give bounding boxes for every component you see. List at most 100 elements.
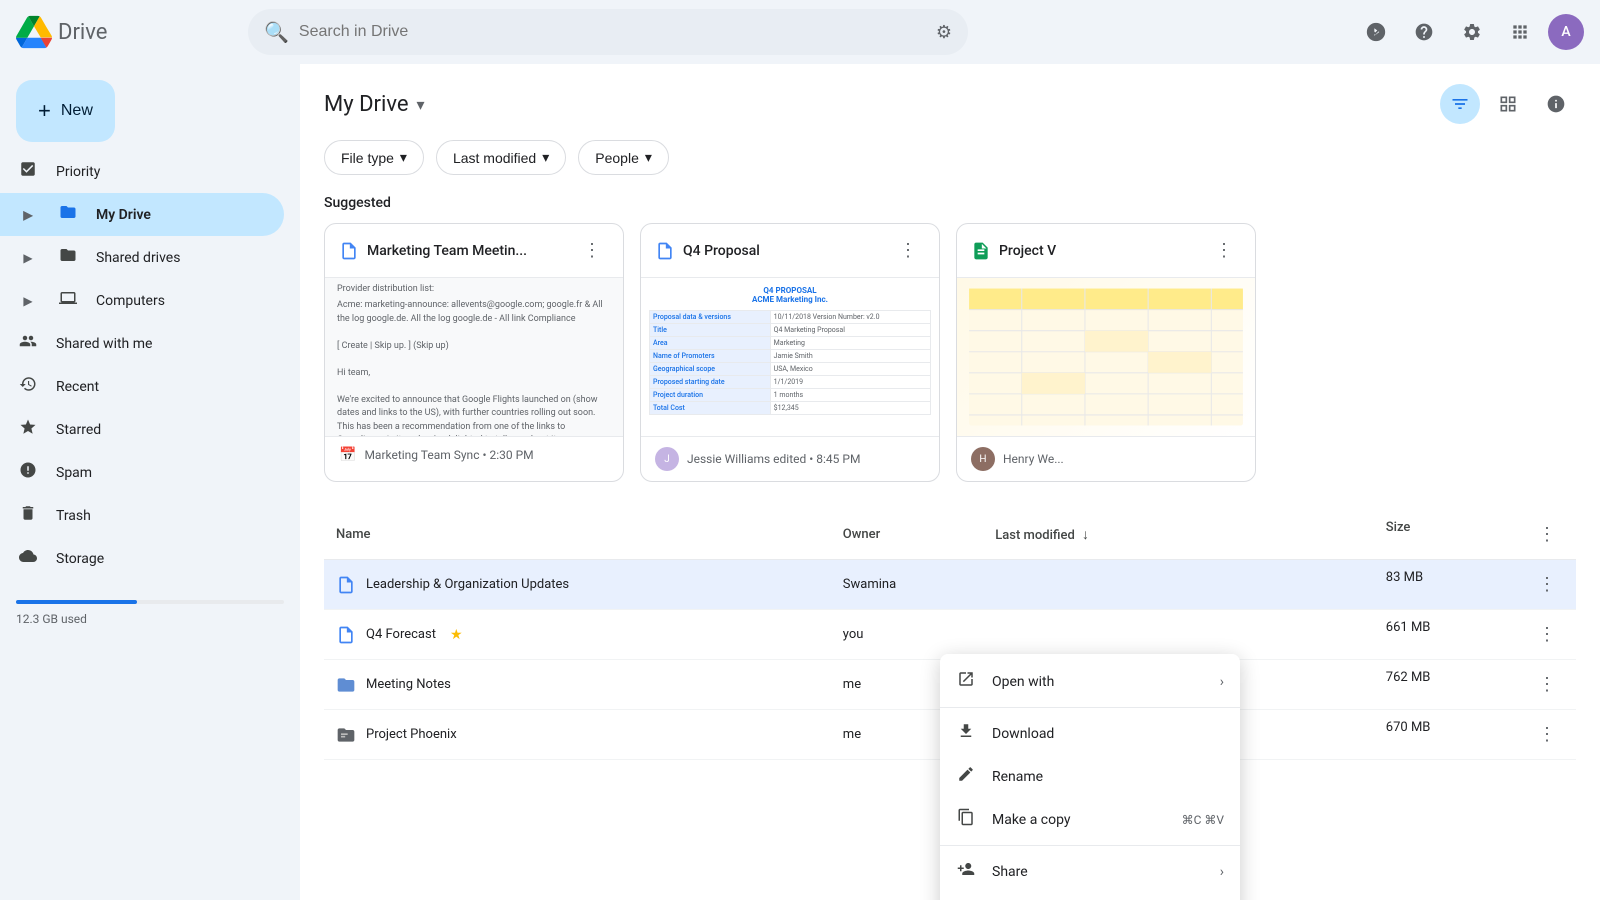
card-title-0: Marketing Team Meetin... bbox=[367, 243, 527, 259]
table-row[interactable]: Q4 Forecast ★ you 661 MB ⋮ bbox=[324, 610, 1576, 660]
file-more-btn-0[interactable]: ⋮ bbox=[1530, 570, 1564, 599]
card-more-btn-0[interactable]: ⋮ bbox=[575, 236, 609, 265]
calendar-icon: 📅 bbox=[339, 447, 356, 463]
card-header-0: Marketing Team Meetin... ⋮ bbox=[325, 224, 623, 277]
filter-people[interactable]: People ▾ bbox=[578, 140, 669, 175]
menu-item-rename[interactable]: Rename bbox=[940, 755, 1240, 798]
col-name[interactable]: Name bbox=[324, 510, 831, 560]
filter-file-type[interactable]: File type ▾ bbox=[324, 140, 424, 175]
file-more-btn-2[interactable]: ⋮ bbox=[1530, 670, 1564, 699]
sidebar-label-trash: Trash bbox=[56, 508, 91, 524]
make-copy-shortcut: ⌘C ⌘V bbox=[1182, 813, 1224, 827]
menu-item-share[interactable]: Share › bbox=[940, 850, 1240, 893]
card-more-btn-1[interactable]: ⋮ bbox=[891, 236, 925, 265]
file-name-cell-0: Leadership & Organization Updates bbox=[336, 575, 819, 595]
suggested-card-2[interactable]: Project V ⋮ bbox=[956, 223, 1256, 482]
file-name-cell-3: Project Phoenix bbox=[336, 725, 819, 745]
sidebar-item-starred[interactable]: Starred bbox=[0, 408, 284, 451]
sidebar-item-my-drive[interactable]: ▶ My Drive bbox=[0, 193, 284, 236]
starred-icon bbox=[16, 418, 40, 441]
doc-file-icon-1 bbox=[336, 625, 356, 645]
user-avatar[interactable]: A bbox=[1548, 14, 1584, 50]
file-size-3: 670 MB ⋮ bbox=[1374, 710, 1576, 760]
shared-drives-expand-icon: ▶ bbox=[16, 251, 40, 265]
main-area: + New Priority ▶ My Drive ▶ bbox=[0, 64, 1600, 900]
search-input[interactable] bbox=[299, 23, 926, 41]
menu-label-rename: Rename bbox=[992, 769, 1043, 785]
card-footer-text-0: Marketing Team Sync • 2:30 PM bbox=[364, 448, 533, 462]
grid-view-icon-btn[interactable] bbox=[1488, 84, 1528, 124]
computers-expand-icon: ▶ bbox=[16, 294, 40, 308]
apps-icon bbox=[1510, 22, 1530, 42]
card-preview-2 bbox=[957, 277, 1255, 437]
sidebar-item-storage[interactable]: Storage bbox=[0, 537, 284, 580]
suggested-card-0[interactable]: Marketing Team Meetin... ⋮ Note: Create … bbox=[324, 223, 624, 482]
menu-item-open-with[interactable]: Open with › bbox=[940, 660, 1240, 703]
sidebar-item-shared-drives[interactable]: ▶ Shared drives bbox=[0, 236, 284, 279]
menu-item-organize[interactable]: Organize › bbox=[940, 893, 1240, 900]
menu-item-download[interactable]: Download bbox=[940, 712, 1240, 755]
computers-icon bbox=[56, 289, 80, 312]
tasks-icon-btn[interactable] bbox=[1356, 12, 1396, 52]
menu-item-make-copy[interactable]: Make a copy ⌘C ⌘V bbox=[940, 798, 1240, 841]
app-title: Drive bbox=[58, 20, 107, 45]
help-icon-btn[interactable] bbox=[1404, 12, 1444, 52]
settings-icon-btn[interactable] bbox=[1452, 12, 1492, 52]
file-more-btn-1[interactable]: ⋮ bbox=[1530, 620, 1564, 649]
info-icon-btn[interactable] bbox=[1536, 84, 1576, 124]
project-preview-chart bbox=[957, 278, 1255, 436]
shared-drives-icon bbox=[56, 246, 80, 269]
card-header-1: Q4 Proposal ⋮ bbox=[641, 224, 939, 277]
file-more-btn-3[interactable]: ⋮ bbox=[1530, 720, 1564, 749]
search-bar[interactable]: 🔍 ⚙ bbox=[248, 9, 968, 55]
card-preview-0: Note: Create a copy of this doc to prepa… bbox=[325, 277, 623, 437]
sidebar-label-my-drive: My Drive bbox=[96, 207, 151, 223]
spam-icon bbox=[16, 461, 40, 484]
avatar-jessie: J bbox=[655, 447, 679, 471]
sidebar-item-priority[interactable]: Priority bbox=[0, 150, 284, 193]
card-footer-text-1: Jessie Williams edited • 8:45 PM bbox=[687, 452, 860, 466]
logo: Drive bbox=[16, 14, 236, 50]
storage-bar-fill bbox=[16, 600, 137, 604]
filter-list-icon-btn[interactable] bbox=[1440, 84, 1480, 124]
drive-logo-icon bbox=[16, 14, 52, 50]
menu-label-open-with: Open with bbox=[992, 674, 1054, 690]
sidebar-label-storage: Storage bbox=[56, 551, 104, 567]
sidebar: + New Priority ▶ My Drive ▶ bbox=[0, 64, 300, 900]
sidebar-label-shared-with-me: Shared with me bbox=[56, 336, 152, 352]
sidebar-item-trash[interactable]: Trash bbox=[0, 494, 284, 537]
topbar: Drive 🔍 ⚙ bbox=[0, 0, 1600, 64]
sidebar-item-recent[interactable]: Recent bbox=[0, 365, 284, 408]
title-chevron-icon[interactable]: ▾ bbox=[417, 95, 425, 114]
file-owner-1: you bbox=[831, 610, 983, 660]
card-preview-1: Q4 PROPOSALACME Marketing Inc. Proposal … bbox=[641, 277, 939, 437]
filter-last-modified[interactable]: Last modified ▾ bbox=[436, 140, 566, 175]
table-more-btn[interactable]: ⋮ bbox=[1530, 520, 1564, 549]
header-actions bbox=[1440, 84, 1576, 124]
new-button[interactable]: + New bbox=[16, 80, 115, 142]
storage-section: 12.3 GB used bbox=[0, 580, 300, 638]
doc-icon-0 bbox=[339, 241, 359, 261]
share-icon bbox=[956, 860, 976, 883]
menu-label-download: Download bbox=[992, 726, 1054, 742]
open-with-arrow-icon: › bbox=[1220, 674, 1224, 690]
file-modified-1 bbox=[983, 610, 1374, 660]
table-row[interactable]: Leadership & Organization Updates Swamin… bbox=[324, 560, 1576, 610]
file-name-3: Project Phoenix bbox=[366, 727, 457, 742]
sidebar-item-shared-with-me[interactable]: Shared with me bbox=[0, 322, 284, 365]
share-arrow-icon: › bbox=[1220, 864, 1224, 880]
col-size: Size ⋮ bbox=[1374, 510, 1576, 560]
filters-bar: File type ▾ Last modified ▾ People ▾ bbox=[324, 140, 1576, 175]
rename-icon bbox=[956, 765, 976, 788]
sidebar-item-computers[interactable]: ▶ Computers bbox=[0, 279, 284, 322]
filter-last-modified-chevron: ▾ bbox=[542, 149, 549, 166]
apps-icon-btn[interactable] bbox=[1500, 12, 1540, 52]
storage-icon bbox=[16, 547, 40, 570]
search-filter-icon[interactable]: ⚙ bbox=[936, 22, 952, 43]
sidebar-item-spam[interactable]: Spam bbox=[0, 451, 284, 494]
recent-icon bbox=[16, 375, 40, 398]
col-last-modified[interactable]: Last modified ↓ bbox=[983, 510, 1374, 560]
drive-title: My Drive ▾ bbox=[324, 92, 425, 117]
card-more-btn-2[interactable]: ⋮ bbox=[1207, 236, 1241, 265]
suggested-card-1[interactable]: Q4 Proposal ⋮ Q4 PROPOSALACME Marketing … bbox=[640, 223, 940, 482]
